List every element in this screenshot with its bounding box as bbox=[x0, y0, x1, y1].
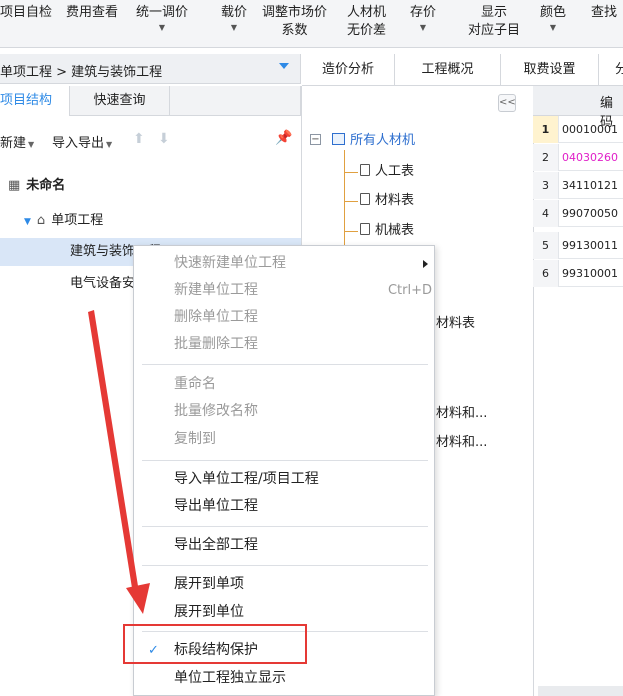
annotation-arrow bbox=[88, 310, 150, 614]
annotation-highlight-box bbox=[123, 624, 307, 664]
